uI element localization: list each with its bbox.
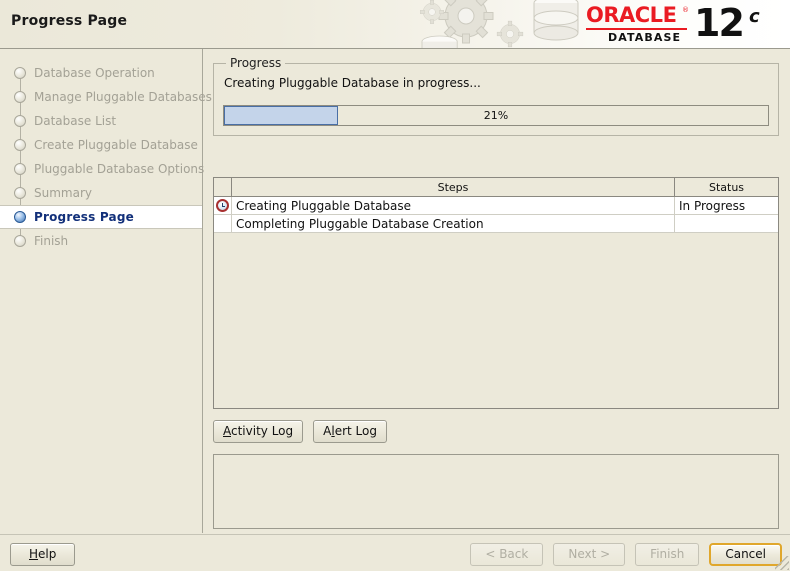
step-dot-icon xyxy=(14,139,26,151)
activity-log-button-label-rest: ctivity Log xyxy=(231,424,294,438)
step-dot-icon xyxy=(14,115,26,127)
database-cylinder-icon xyxy=(533,0,579,41)
gear-icon xyxy=(420,0,444,24)
row-icon-cell xyxy=(214,215,232,232)
sidebar-item-pluggable-database-options[interactable]: Pluggable Database Options xyxy=(0,157,205,181)
row-step-cell: Creating Pluggable Database xyxy=(232,197,675,214)
column-header-status[interactable]: Status xyxy=(675,178,778,196)
sidebar-item-label: Manage Pluggable Databases xyxy=(34,90,212,104)
progress-groupbox-legend: Progress xyxy=(226,56,286,70)
row-step-cell: Completing Pluggable Database Creation xyxy=(232,215,675,232)
step-dot-icon xyxy=(14,91,26,103)
sidebar-item-manage-pluggable-databases[interactable]: Manage Pluggable Databases xyxy=(0,85,212,109)
wizard-window: Progress Page ORACLE ® DATABASE 12 c Dat… xyxy=(0,0,790,571)
sidebar-item-finish[interactable]: Finish xyxy=(0,229,202,253)
sidebar-item-label: Progress Page xyxy=(34,210,134,224)
step-dot-icon xyxy=(14,67,26,79)
registered-mark: ® xyxy=(682,6,689,14)
cancel-button[interactable]: Cancel xyxy=(709,543,782,566)
sidebar-item-label: Summary xyxy=(34,186,92,200)
alert-log-button-label-rest: ert Log xyxy=(334,424,377,438)
sidebar-item-database-operation[interactable]: Database Operation xyxy=(0,61,202,85)
oracle-wordmark: ORACLE xyxy=(586,3,677,27)
gear-icon xyxy=(496,20,524,48)
version-edition: c xyxy=(749,6,760,27)
sidebar-item-label: Database Operation xyxy=(34,66,155,80)
sidebar-item-label: Database List xyxy=(34,114,117,128)
sidebar-item-summary[interactable]: Summary xyxy=(0,181,202,205)
row-status-cell: In Progress xyxy=(675,197,778,214)
next-button[interactable]: Next > xyxy=(553,543,626,566)
steps-table-header: Steps Status xyxy=(214,178,778,197)
table-row[interactable]: Completing Pluggable Database Creation xyxy=(214,215,778,233)
row-icon-cell xyxy=(214,197,232,214)
main-content: Progress Creating Pluggable Database in … xyxy=(203,49,790,533)
table-row[interactable]: Creating Pluggable Database In Progress xyxy=(214,197,778,215)
progress-groupbox: Progress Creating Pluggable Database in … xyxy=(213,56,779,136)
progress-bar: 21% xyxy=(223,105,769,126)
window-resize-grip[interactable] xyxy=(775,556,789,570)
header-artwork xyxy=(420,0,579,48)
sidebar-item-progress-page[interactable]: Progress Page xyxy=(0,205,202,229)
clock-icon xyxy=(216,199,229,212)
column-header-icon[interactable] xyxy=(214,178,232,196)
finish-button[interactable]: Finish xyxy=(635,543,700,566)
steps-table[interactable]: Steps Status Creating Pluggable Database… xyxy=(213,177,779,409)
navigation-buttons: < Back Next > Finish Cancel xyxy=(470,543,782,566)
wizard-steps-sidebar: Database Operation Manage Pluggable Data… xyxy=(0,49,212,533)
activity-log-button[interactable]: Activity Log xyxy=(213,420,304,443)
footer-button-bar: Help < Back Next > Finish Cancel xyxy=(0,534,790,571)
sidebar-item-label: Create Pluggable Database xyxy=(34,138,198,152)
step-dot-icon xyxy=(14,163,26,175)
sidebar-item-label: Pluggable Database Options xyxy=(34,162,205,176)
page-title: Progress Page xyxy=(11,13,128,29)
product-name: DATABASE xyxy=(608,31,682,44)
help-button-label-rest: elp xyxy=(38,547,57,561)
help-button-wrapper: Help xyxy=(10,543,76,566)
back-button[interactable]: < Back xyxy=(470,543,544,566)
database-cylinder-icon xyxy=(421,35,458,48)
help-button[interactable]: Help xyxy=(10,543,76,566)
gear-icon xyxy=(438,0,494,44)
log-output-panel[interactable] xyxy=(213,454,779,529)
step-dot-icon xyxy=(14,235,26,247)
sidebar-item-create-pluggable-database[interactable]: Create Pluggable Database xyxy=(0,133,202,157)
sidebar-item-database-list[interactable]: Database List xyxy=(0,109,202,133)
sidebar-item-label: Finish xyxy=(34,234,69,248)
row-status-cell xyxy=(675,215,778,232)
column-header-steps[interactable]: Steps xyxy=(232,178,675,196)
progress-bar-percent-label: 21% xyxy=(483,109,509,122)
oracle-logo: ORACLE ® DATABASE 12 c xyxy=(586,1,781,46)
logo-rule xyxy=(586,28,687,30)
log-button-group: Activity Log Alert Log xyxy=(213,420,387,443)
progress-status-text: Creating Pluggable Database in progress.… xyxy=(224,76,481,90)
step-dot-icon-active xyxy=(14,211,26,223)
alert-log-button[interactable]: Alert Log xyxy=(313,420,387,443)
version-number: 12 xyxy=(694,1,745,45)
step-dot-icon xyxy=(14,187,26,199)
window-header: Progress Page ORACLE ® DATABASE 12 c xyxy=(0,0,790,49)
